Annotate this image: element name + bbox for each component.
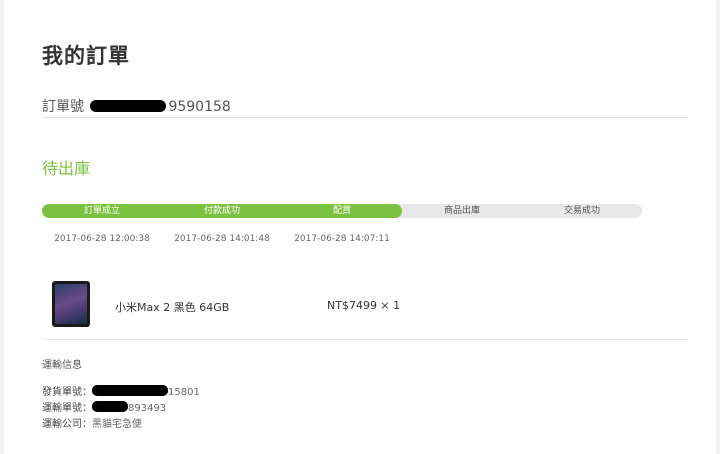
product-image-screen (55, 284, 87, 324)
product-price: NT$7499 × 1 (327, 299, 401, 312)
shipping-label: 運輸單號： (42, 403, 92, 414)
order-number-value: 9590158 (168, 99, 231, 115)
shipping-label: 發貨單號： (42, 387, 92, 398)
page-title: 我的訂單 (42, 44, 130, 68)
order-number: 訂單號 9590158 (42, 96, 231, 116)
progress-step-1: 訂單成立 (83, 206, 120, 216)
shipping-title: 運輸信息 (42, 360, 82, 371)
shipping-label: 運輸公司： (42, 419, 92, 430)
order-number-label: 訂單號 (42, 99, 84, 115)
redaction-mark (92, 401, 128, 412)
step-time-1: 2017-06-28 12:00:38 (54, 234, 150, 244)
shipping-row-dispatch-number: 發貨單號： 15801 (42, 383, 200, 398)
product-name[interactable]: 小米Max 2 黑色 64GB (115, 299, 229, 315)
shipping-value: 893493 (128, 403, 167, 414)
shipping-value: 15801 (168, 387, 200, 398)
progress-step-3: 配貨 (332, 206, 351, 216)
shipping-row-carrier: 運輸公司：黑貓宅急便 (42, 415, 142, 430)
order-progress-bar: 訂單成立 付款成功 配貨 商品出庫 交易成功 (42, 204, 642, 218)
redaction-mark (90, 100, 167, 112)
order-status: 待出庫 (42, 159, 91, 178)
divider (42, 117, 688, 118)
order-detail-card: 我的訂單 訂單號 9590158 待出庫 訂單成立 付款成功 配貨 商品出庫 交… (4, 0, 716, 454)
progress-step-4: 商品出庫 (443, 206, 480, 216)
product-image[interactable] (52, 281, 90, 327)
progress-step-5: 交易成功 (563, 206, 600, 216)
step-time-3: 2017-06-28 14:07:11 (294, 234, 390, 244)
shipping-value: 黑貓宅急便 (92, 419, 142, 430)
divider (42, 339, 688, 340)
progress-step-2: 付款成功 (203, 206, 240, 216)
redaction-mark (92, 385, 168, 396)
shipping-row-tracking-number: 運輸單號： 893493 (42, 399, 166, 414)
step-time-2: 2017-06-28 14:01:48 (174, 234, 270, 244)
